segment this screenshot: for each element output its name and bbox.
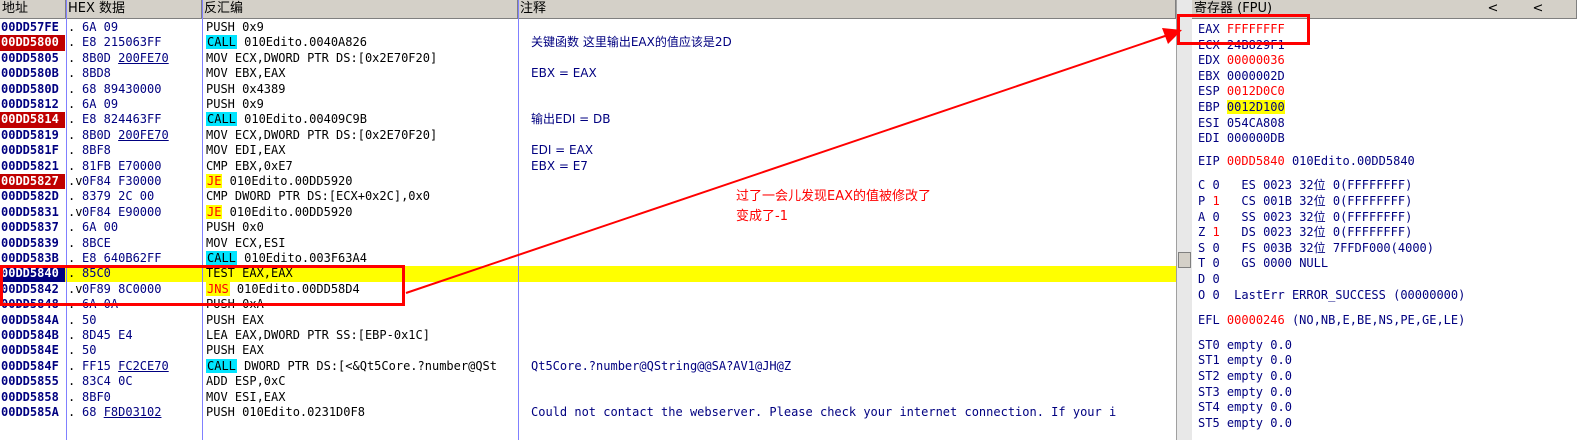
annotation-arrow — [405, 28, 1182, 294]
